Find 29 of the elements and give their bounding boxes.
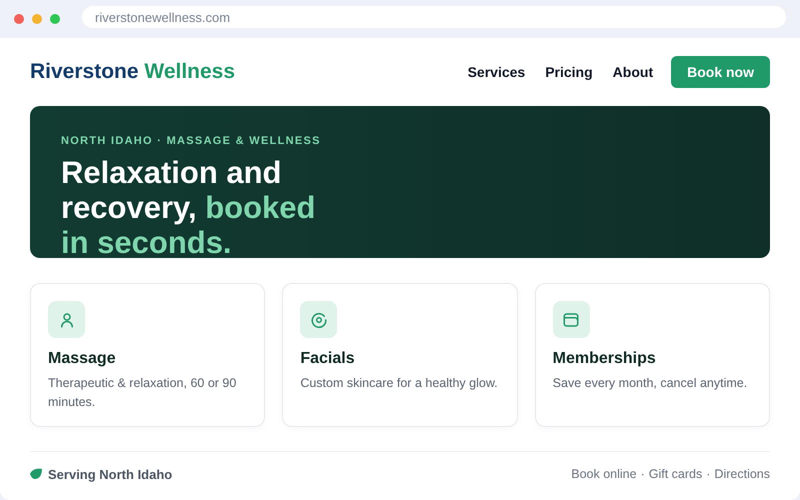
- minimize-dot[interactable]: [32, 14, 42, 24]
- hero-eyebrow: NORTH IDAHO · MASSAGE & WELLNESS: [61, 135, 322, 147]
- footer-link[interactable]: Directions: [714, 467, 770, 481]
- book-button[interactable]: Book now: [671, 56, 770, 88]
- footer-tagline: Serving North Idaho: [48, 466, 172, 482]
- leaf-icon: [30, 468, 42, 480]
- service-card[interactable]: Facials Custom skincare for a healthy glow.: [282, 283, 518, 427]
- close-dot[interactable]: [14, 14, 24, 24]
- card-title: Massage: [48, 350, 117, 368]
- hero-headline: Relaxation and recovery, booked in seconds.: [61, 155, 316, 258]
- spiral-icon: [310, 310, 328, 328]
- wallet-icon: [562, 310, 580, 328]
- service-card[interactable]: Massage Therapeutic & relaxation, 60 or 90 minutes.: [30, 283, 266, 427]
- footer-link[interactable]: Gift cards: [648, 467, 702, 481]
- brand-logo[interactable]: Riverstone Wellness: [30, 60, 236, 84]
- card-title: Facials: [300, 350, 356, 368]
- address-bar[interactable]: riverstonewellness.com: [82, 6, 786, 28]
- card-description: Custom skincare for a healthy glow.: [300, 375, 499, 392]
- footer-link[interactable]: Book online: [571, 467, 637, 481]
- separator: ·: [640, 467, 645, 481]
- card-description: Therapeutic & relaxation, 60 or 90 minutes.: [48, 375, 238, 411]
- nav-link[interactable]: Services: [468, 64, 526, 80]
- card-title: Memberships: [552, 350, 657, 368]
- separator: ·: [706, 467, 710, 481]
- nav-link[interactable]: About: [612, 64, 654, 80]
- nav-link[interactable]: Pricing: [545, 64, 593, 80]
- maximize-dot[interactable]: [50, 14, 60, 24]
- service-card[interactable]: Memberships Save every month, cancel anytime.: [534, 283, 770, 427]
- card-description: Save every month, cancel anytime.: [552, 375, 748, 392]
